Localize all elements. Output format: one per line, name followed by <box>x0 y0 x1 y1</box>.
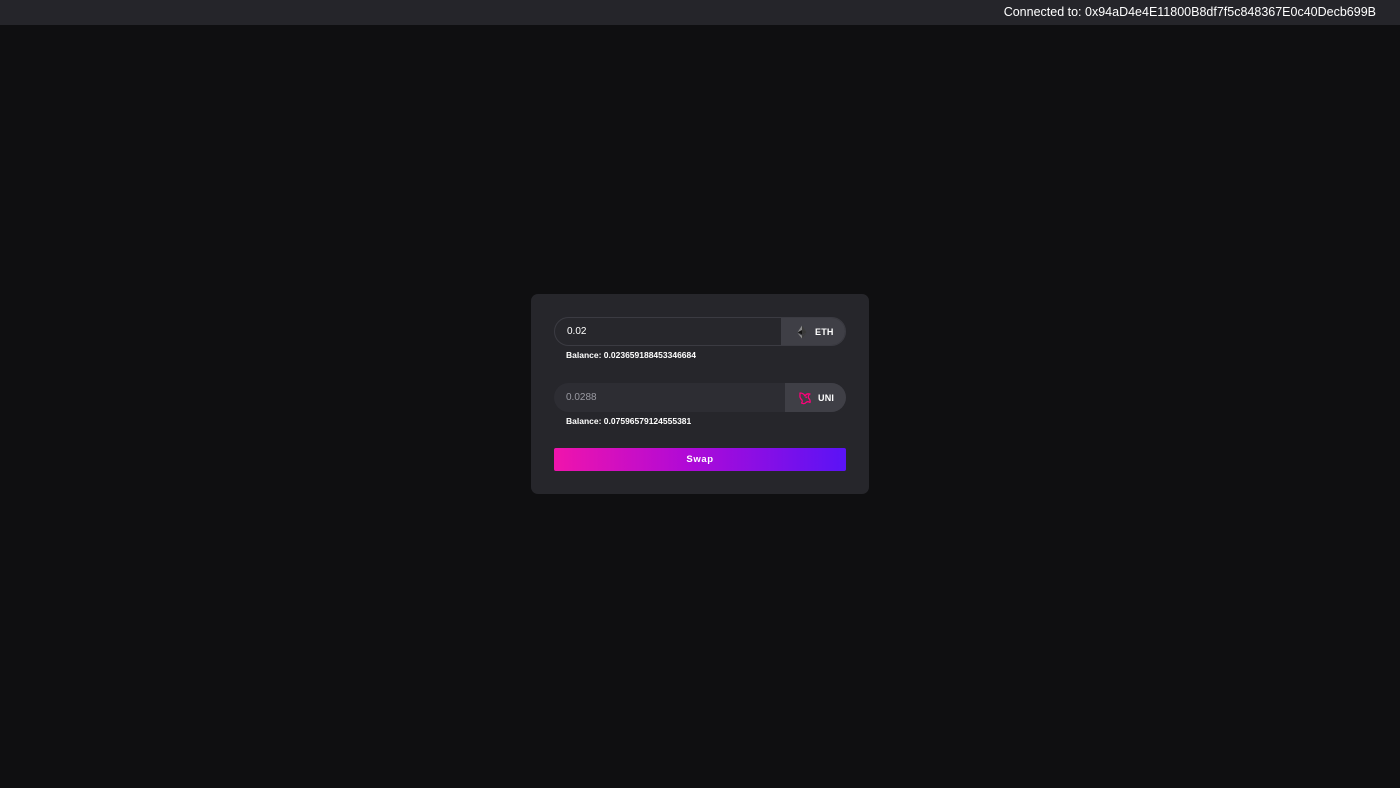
from-amount-input[interactable] <box>555 318 782 345</box>
to-token-selector[interactable]: UNI <box>785 383 846 412</box>
uniswap-icon <box>798 391 812 405</box>
to-amount-input[interactable] <box>554 383 784 412</box>
from-balance: Balance: 0.023659188453346684 <box>566 350 696 360</box>
to-balance: Balance: 0.07596579124555381 <box>566 416 692 426</box>
swap-card: ETH Balance: 0.023659188453346684 UNI Ba… <box>531 294 869 494</box>
from-token-selector[interactable]: ETH <box>781 318 845 345</box>
ethereum-icon <box>795 325 809 339</box>
to-token-row: UNI <box>554 383 846 412</box>
from-token-row: ETH <box>554 317 846 346</box>
top-bar: Connected to: 0x94aD4e4E11800B8df7f5c848… <box>0 0 1400 25</box>
to-token-symbol: UNI <box>818 392 835 403</box>
from-token-symbol: ETH <box>815 326 834 337</box>
wallet-connection-status: Connected to: 0x94aD4e4E11800B8df7f5c848… <box>1003 5 1376 19</box>
swap-button[interactable]: Swap <box>554 448 846 471</box>
